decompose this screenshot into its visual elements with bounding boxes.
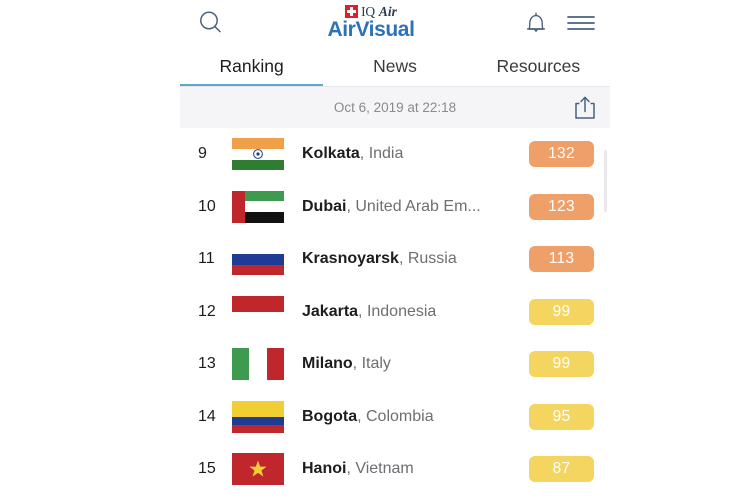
search-icon-glyph [200,11,221,32]
rank-number: 12 [198,302,216,320]
country-name: , India [359,145,404,163]
aqi-badge: 99 [529,298,594,325]
tab-resources[interactable]: Resources [467,45,610,87]
date-bar: Oct 6, 2019 at 22:18 [180,87,610,128]
flag-vietnam-icon [232,453,284,486]
tab-ranking-label: Ranking [219,55,284,76]
flag-indonesia-icon [232,295,284,328]
city-name: Dubai [302,197,347,215]
tab-news[interactable]: News [323,45,466,87]
rank-number: 11 [198,250,215,268]
rank-number: 15 [198,460,216,478]
country-name: , Russia [398,250,457,268]
country-name: , Vietnam [346,460,414,478]
aqi-badge: 113 [529,246,594,273]
table-row[interactable]: 12 Jakarta, Indonesia 99 [180,286,610,339]
share-icon-glyph [575,96,595,119]
rank-number: 14 [198,407,216,425]
ranking-list: 9 Kolkata, India 132 10 Dubai, United Ar… [180,128,610,496]
hamburger-menu-icon-glyph [567,15,595,30]
city-country-label: Kolkata, India [302,145,529,163]
aqi-badge: 99 [529,351,594,378]
swiss-cross-icon [345,5,359,18]
city-country-label: Hanoi, Vietnam [302,460,529,478]
city-country-label: Milano, Italy [302,355,529,373]
flag-colombia-icon [232,400,284,433]
table-row[interactable]: 9 Kolkata, India 132 [180,128,610,181]
tab-ranking[interactable]: Ranking [180,45,324,87]
logo-top-line: IQ Air [345,5,397,18]
logo-air-text: Air [378,3,397,19]
aqi-badge: 123 [529,193,594,220]
city-name: Hanoi [302,460,347,478]
hamburger-menu-icon[interactable] [566,11,596,35]
city-name: Kolkata [302,145,360,163]
tab-bar: Ranking News Resources [180,45,610,87]
city-name: Bogota [302,407,358,425]
city-name: Jakarta [302,302,359,320]
rank-number: 10 [198,197,216,215]
flag-russia-icon [232,243,284,276]
table-row[interactable]: 15 Hanoi, Vietnam 87 [180,443,610,496]
logo-airvisual-text: AirVisual [327,18,415,41]
country-name: , United Arab Em... [346,197,481,215]
city-name: Krasnoyarsk [302,250,399,268]
share-icon[interactable] [572,94,598,122]
aqi-badge: 132 [529,141,594,168]
airvisual-app-panel: IQ Air AirVisual Ranking News Resources … [180,0,610,500]
tab-news-label: News [373,55,417,76]
yellow-star-icon [249,460,267,477]
table-row[interactable]: 11 Krasnoyarsk, Russia 113 [180,233,610,286]
aqi-badge: 95 [529,403,594,430]
city-country-label: Dubai, United Arab Em... [302,198,529,216]
list-scrollbar[interactable] [604,128,607,496]
aqi-badge: 87 [529,456,594,483]
search-icon[interactable] [196,8,226,38]
flag-italy-icon [232,348,284,381]
country-name: , Italy [352,355,391,373]
city-country-label: Krasnoyarsk, Russia [302,250,529,268]
bell-icon-glyph [526,12,546,32]
rank-number: 9 [198,145,207,163]
rank-number: 13 [198,355,216,373]
ashoka-chakra-icon [253,149,263,160]
table-row[interactable]: 14 Bogota, Colombia 95 [180,391,610,444]
logo-iq-text: IQ [361,3,375,19]
flag-india-icon [232,138,284,171]
timestamp-label: Oct 6, 2019 at 22:18 [333,100,457,115]
flag-uae-icon [232,190,284,223]
city-country-label: Bogota, Colombia [302,408,529,426]
table-row[interactable]: 13 Milano, Italy 99 [180,338,610,391]
top-bar: IQ Air AirVisual [180,0,610,45]
bell-icon[interactable] [522,8,550,38]
country-name: , Indonesia [358,302,437,320]
city-name: Milano [302,355,353,373]
country-name: , Colombia [357,407,434,425]
city-country-label: Jakarta, Indonesia [302,303,529,321]
top-bar-right-actions [522,8,596,38]
list-scrollbar-thumb[interactable] [604,150,607,212]
tab-resources-label: Resources [496,55,581,76]
airvisual-logo[interactable]: IQ Air AirVisual [327,5,414,40]
table-row[interactable]: 10 Dubai, United Arab Em... 123 [180,181,610,234]
